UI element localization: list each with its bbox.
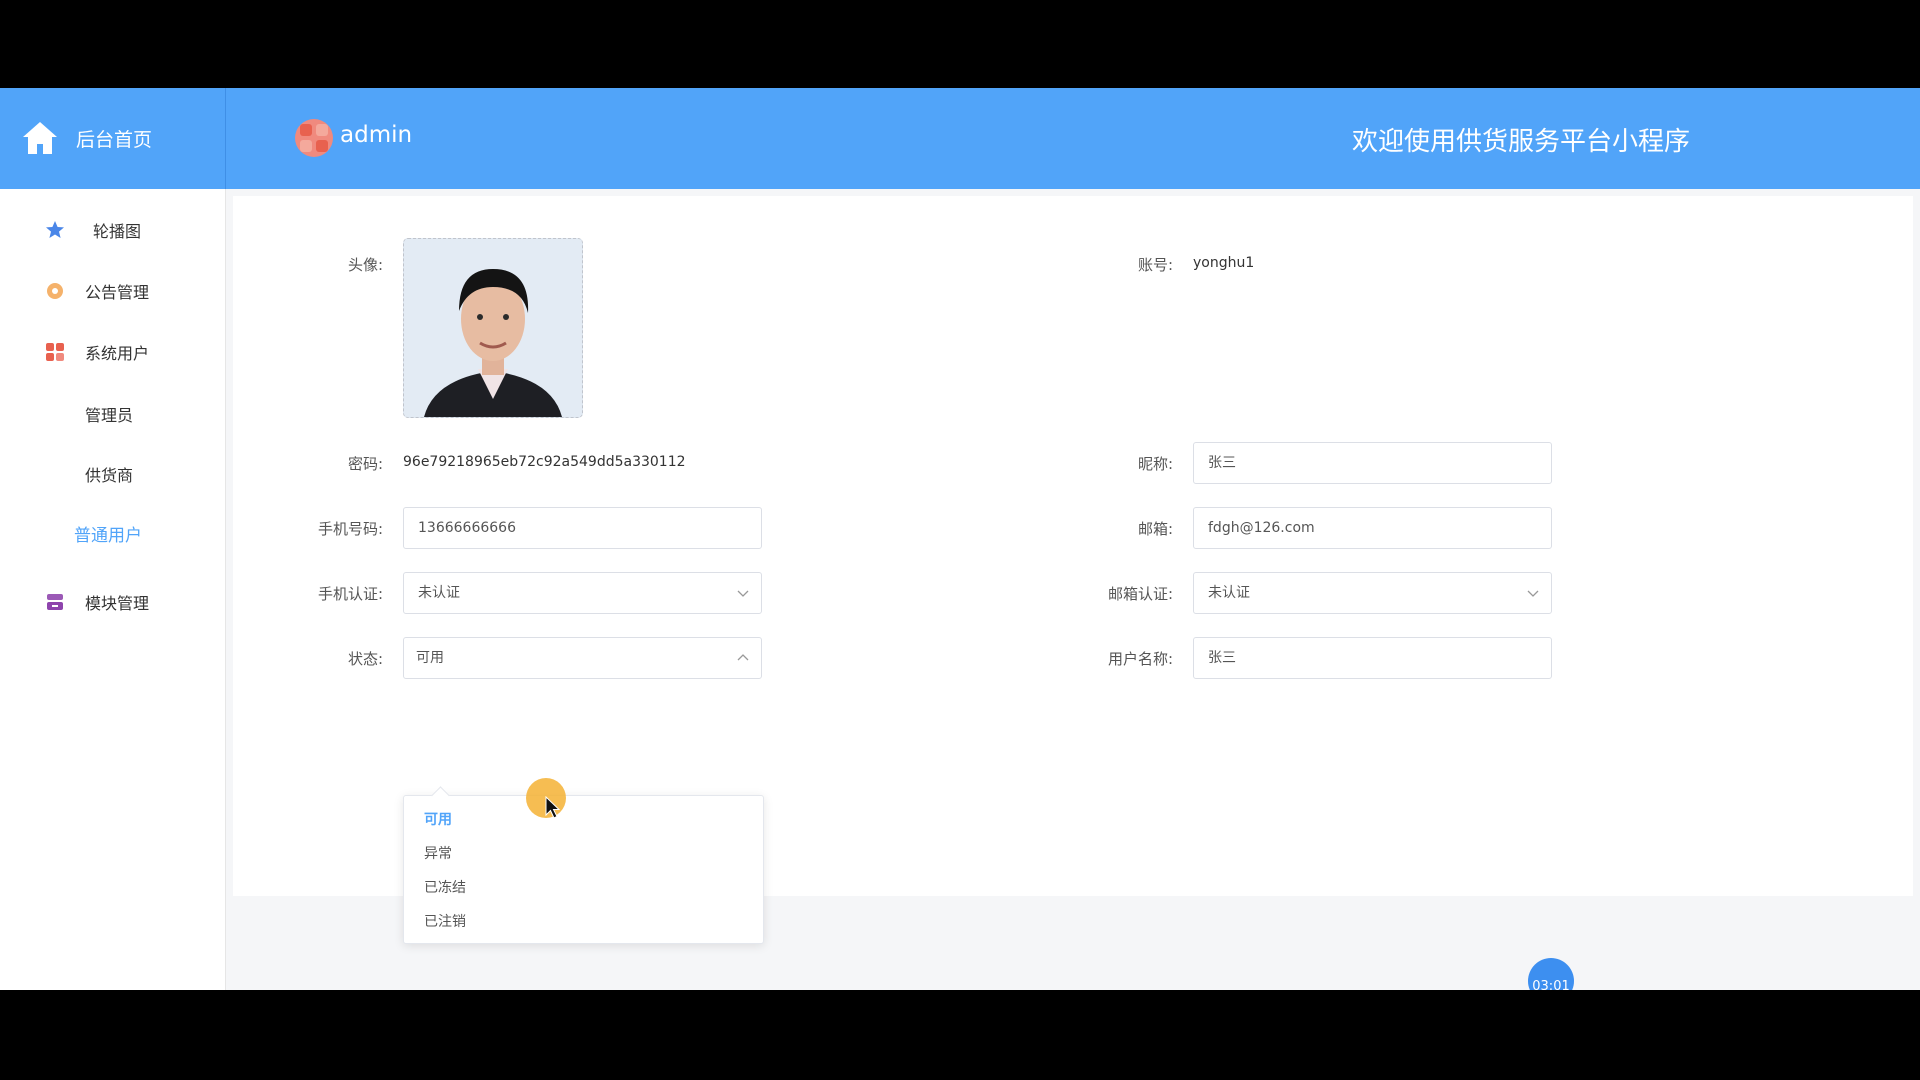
sidebar-item-normal-user[interactable]: 普通用户 [0, 513, 225, 553]
top-header: 后台首页 admin 欢迎使用供货服务平台小程序 [0, 88, 1920, 189]
avatar-label: 头像: [347, 256, 383, 274]
status-option-abnormal[interactable]: 异常 [424, 843, 452, 863]
account-value: yonghu1 [1193, 255, 1255, 271]
avatar-photo[interactable] [403, 238, 583, 418]
mouse-cursor-icon [545, 796, 561, 819]
sidebar-item-carousel[interactable]: 轮播图 [0, 210, 225, 250]
status-option-frozen[interactable]: 已冻结 [424, 877, 466, 897]
app-frame: 后台首页 admin 欢迎使用供货服务平台小程序 轮播图 公告管理 系统用户 管… [0, 88, 1920, 990]
email-verify-label: 邮箱认证: [1107, 585, 1173, 603]
chevron-down-icon [737, 590, 749, 597]
sidebar: 轮播图 公告管理 系统用户 管理员 供货商 普通用户 模块管理 [0, 189, 226, 990]
sidebar-item-supplier[interactable]: 供货商 [0, 454, 225, 494]
home-label: 后台首页 [76, 129, 153, 151]
username-input[interactable]: 张三 [1193, 637, 1552, 679]
star-icon [46, 221, 64, 238]
recording-timer: 03:01 [1528, 958, 1574, 990]
sidebar-item-label: 轮播图 [93, 222, 142, 241]
phone-verify-select[interactable]: 未认证 [403, 572, 762, 614]
password-value: 96e79218965eb72c92a549dd5a330112 [403, 454, 686, 470]
sidebar-item-admin[interactable]: 管理员 [0, 394, 225, 434]
status-label: 状态: [347, 650, 383, 668]
sidebar-item-notice[interactable]: 公告管理 [0, 271, 225, 311]
user-avatar-icon[interactable] [294, 118, 334, 158]
person-photo-icon [404, 239, 582, 417]
home-link[interactable]: 后台首页 [0, 88, 226, 189]
status-dropdown: 可用 异常 已冻结 已注销 [403, 786, 764, 944]
sidebar-item-label: 管理员 [85, 406, 134, 425]
sidebar-item-label: 公告管理 [85, 283, 150, 302]
status-option-available[interactable]: 可用 [424, 809, 452, 829]
password-label: 密码: [347, 455, 383, 473]
archive-icon [47, 594, 63, 610]
user-detail-form: 头像: 账号: yonghu1 密码: 96e79218965eb72c92a5… [233, 196, 1913, 896]
nickname-label: 昵称: [1137, 455, 1173, 473]
sidebar-item-label: 系统用户 [85, 344, 150, 363]
phone-verify-label: 手机认证: [317, 585, 383, 603]
user-name[interactable]: admin [340, 122, 412, 148]
phone-label: 手机号码: [317, 520, 383, 538]
email-input[interactable]: fdgh@126.com [1193, 507, 1552, 549]
welcome-title: 欢迎使用供货服务平台小程序 [1351, 127, 1690, 157]
phone-input[interactable]: 13666666666 [403, 507, 762, 549]
sidebar-item-modules[interactable]: 模块管理 [0, 582, 225, 622]
sidebar-item-label: 供货商 [85, 466, 134, 485]
status-option-cancelled[interactable]: 已注销 [424, 911, 466, 931]
status-select[interactable]: 可用 [403, 637, 762, 679]
sidebar-item-system-users[interactable]: 系统用户 [0, 332, 225, 372]
email-verify-select[interactable]: 未认证 [1193, 572, 1552, 614]
home-icon [23, 122, 57, 154]
nickname-input[interactable]: 张三 [1193, 442, 1552, 484]
chevron-down-icon [1527, 590, 1539, 597]
grid-icon [46, 343, 64, 361]
sidebar-item-label: 普通用户 [74, 525, 142, 546]
username-label: 用户名称: [1107, 650, 1173, 668]
status-value: 可用 [416, 650, 444, 666]
sidebar-item-label: 模块管理 [85, 594, 150, 613]
chevron-up-icon [737, 654, 749, 661]
account-label: 账号: [1137, 256, 1173, 274]
gear-icon [47, 283, 63, 299]
phone-verify-value: 未认证 [418, 585, 460, 601]
email-verify-value: 未认证 [1208, 585, 1250, 601]
email-label: 邮箱: [1137, 520, 1173, 538]
